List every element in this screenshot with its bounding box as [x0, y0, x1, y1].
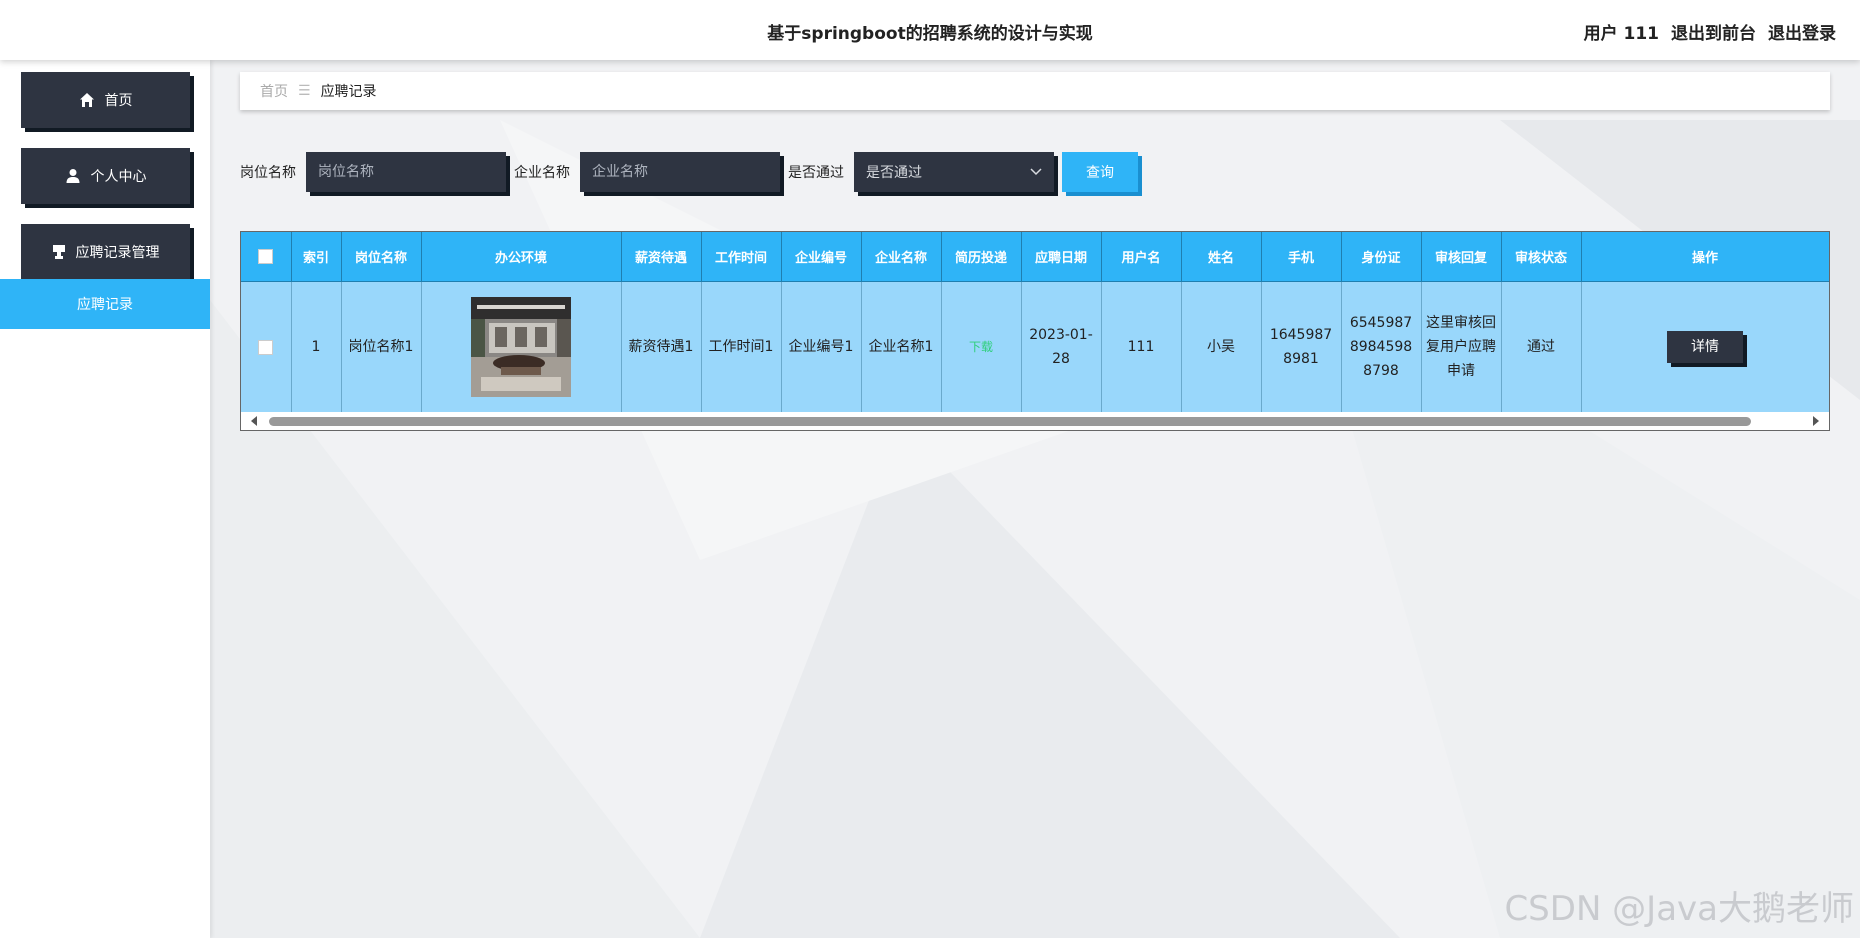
row-checkbox[interactable]: [258, 339, 274, 355]
cell-id-card: 654598789845988798: [1341, 281, 1422, 412]
cell-office-environment: [421, 281, 622, 412]
cell-index: 1: [291, 281, 342, 412]
cell-salary: 薪资待遇1: [621, 281, 702, 412]
column-header: 薪资待遇: [621, 232, 702, 282]
column-header: 工作时间: [701, 232, 782, 282]
column-header: 姓名: [1181, 232, 1262, 282]
column-header: 岗位名称: [341, 232, 422, 282]
detail-button[interactable]: 详情: [1667, 331, 1743, 363]
user-label: 用户 111: [1583, 24, 1659, 44]
cell-phone: 16459878981: [1261, 281, 1342, 412]
column-header: 索引: [291, 232, 342, 282]
top-header: 基于springboot的招聘系统的设计与实现 用户 111 退出到前台 退出登…: [0, 0, 1860, 60]
table-row: 1 岗位名称1 薪资待遇1 工作时间1 企业编号1 企业名称1 下载 2023-…: [241, 281, 1829, 412]
sidebar: 首页 个人中心 应聘记录管理 应聘记录: [0, 60, 210, 938]
column-header: 企业编号: [781, 232, 862, 282]
column-header: 简历投递: [941, 232, 1022, 282]
row-select-cell: [241, 281, 292, 412]
select-all-checkbox[interactable]: [258, 249, 274, 264]
scrollbar-thumb[interactable]: [269, 417, 1751, 426]
job-name-input[interactable]: [306, 152, 506, 192]
home-icon: [79, 93, 94, 107]
header-actions: 用户 111 退出到前台 退出登录: [1584, 19, 1836, 44]
breadcrumb-home[interactable]: 首页: [260, 81, 288, 101]
horizontal-scrollbar[interactable]: [241, 413, 1829, 430]
cell-action: 详情: [1581, 281, 1829, 412]
breadcrumb-separator-icon: ☰: [298, 83, 311, 99]
column-header: 审核回复: [1421, 232, 1502, 282]
column-header: 应聘日期: [1021, 232, 1102, 282]
sidebar-item-label: 首页: [104, 93, 133, 109]
stamp-icon: [52, 245, 65, 259]
column-header: 审核状态: [1501, 232, 1582, 282]
pass-status-label: 是否通过: [788, 165, 844, 181]
breadcrumb-current: 应聘记录: [320, 84, 377, 100]
cell-review-reply: 这里审核回复用户应聘申请: [1421, 281, 1502, 412]
column-header: 操作: [1581, 232, 1829, 282]
scroll-left-icon[interactable]: [251, 416, 257, 426]
scroll-right-icon[interactable]: [1813, 416, 1819, 426]
sidebar-item-home[interactable]: 首页: [21, 72, 190, 128]
column-header: 企业名称: [861, 232, 942, 282]
sidebar-item-personal-center[interactable]: 个人中心: [21, 148, 190, 204]
watermark: CSDN @Java大鹅老师: [1504, 889, 1854, 929]
breadcrumb: 首页 ☰ 应聘记录: [240, 72, 1830, 110]
cell-company-no: 企业编号1: [781, 281, 862, 412]
column-header: 手机: [1261, 232, 1342, 282]
cell-resume: 下载: [941, 281, 1022, 412]
app-title: 基于springboot的招聘系统的设计与实现: [767, 24, 1093, 44]
background-pattern: [210, 120, 1860, 938]
sidebar-item-application-management[interactable]: 应聘记录管理: [21, 224, 190, 280]
user-icon: [66, 169, 79, 183]
records-table: 索引 岗位名称 办公环境 薪资待遇 工作时间 企业编号 企业名称 简历投递 应聘…: [240, 231, 1830, 431]
cell-company-name: 企业名称1: [861, 281, 942, 412]
cell-work-time: 工作时间1: [701, 281, 782, 412]
pass-status-select[interactable]: 是否通过: [854, 152, 1054, 192]
cell-username: 111: [1101, 281, 1182, 412]
sidebar-item-label: 个人中心: [90, 169, 147, 185]
search-bar: 岗位名称 企业名称 是否通过 是否通过 查询: [240, 151, 1138, 193]
logout-link[interactable]: 退出登录: [1768, 19, 1836, 44]
job-name-label: 岗位名称: [240, 165, 296, 181]
cell-job-name: 岗位名称1: [341, 281, 422, 412]
company-name-input[interactable]: [580, 152, 780, 192]
resume-download-link[interactable]: 下载: [969, 340, 993, 354]
column-header: 用户名: [1101, 232, 1182, 282]
sidebar-item-label: 应聘记录管理: [75, 245, 160, 261]
column-header: 身份证: [1341, 232, 1422, 282]
office-environment-image[interactable]: [471, 297, 571, 397]
cell-review-status: 通过: [1501, 281, 1582, 412]
query-button[interactable]: 查询: [1062, 152, 1138, 192]
cell-name: 小吴: [1181, 281, 1262, 412]
pass-status-value: 是否通过: [866, 165, 922, 181]
select-all-header: [241, 232, 292, 282]
table-header-row: 索引 岗位名称 办公环境 薪资待遇 工作时间 企业编号 企业名称 简历投递 应聘…: [241, 232, 1829, 282]
company-name-label: 企业名称: [514, 165, 570, 181]
column-header: 办公环境: [421, 232, 622, 282]
submenu-item-application-records[interactable]: 应聘记录: [0, 279, 210, 329]
chevron-down-icon: [1030, 168, 1042, 176]
back-to-front-link[interactable]: 退出到前台: [1671, 19, 1756, 44]
cell-apply-date: 2023-01-28: [1021, 281, 1102, 412]
